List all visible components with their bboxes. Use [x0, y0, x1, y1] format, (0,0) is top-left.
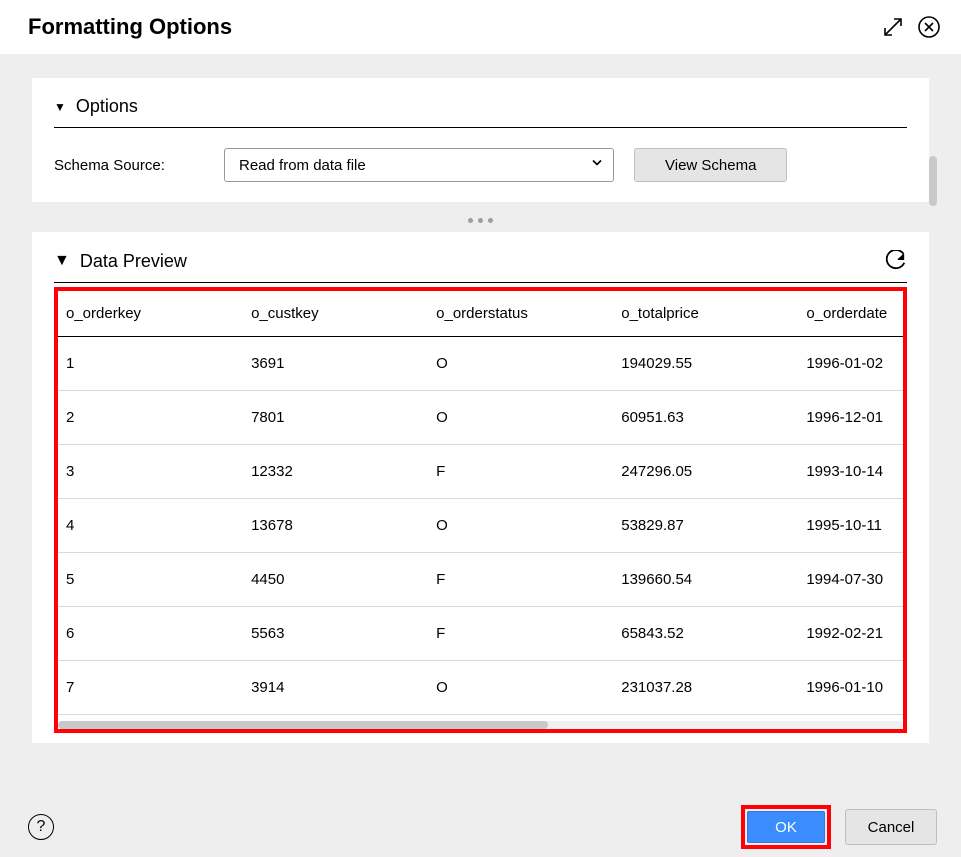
table-header-row: o_orderkey o_custkey o_orderstatus o_tot… [58, 291, 903, 337]
view-schema-button[interactable]: View Schema [634, 148, 787, 182]
table-row[interactable]: 312332F247296.051993-10-145-LO [58, 445, 903, 499]
column-header[interactable]: o_orderkey [58, 291, 243, 337]
table-cell: 5 [58, 553, 243, 607]
ok-highlight: OK [741, 805, 831, 849]
table-cell: 1993-10-14 [798, 445, 903, 499]
schema-source-select-wrap: Read from data file [224, 148, 614, 182]
table-cell: O [428, 499, 613, 553]
help-icon[interactable]: ? [28, 814, 54, 840]
panel-splitter[interactable] [0, 202, 961, 232]
options-header[interactable]: ▼ Options [54, 96, 907, 128]
table-row[interactable]: 27801O60951.631996-12-011-UR [58, 391, 903, 445]
table-cell: 194029.55 [613, 337, 798, 391]
scrollbar-thumb[interactable] [58, 721, 548, 729]
preview-title: Data Preview [80, 251, 187, 272]
table-cell: 12332 [243, 445, 428, 499]
dialog-footer: ? OK Cancel [0, 797, 961, 857]
options-panel: ▼ Options Schema Source: Read from data … [32, 78, 929, 202]
table-cell: 65843.52 [613, 607, 798, 661]
table-cell: 231037.28 [613, 661, 798, 715]
content-area: ▼ Options Schema Source: Read from data … [0, 78, 961, 743]
table-cell: 60951.63 [613, 391, 798, 445]
table-cell: F [428, 445, 613, 499]
data-preview-table: o_orderkey o_custkey o_orderstatus o_tot… [58, 291, 903, 715]
table-cell: 13678 [243, 499, 428, 553]
column-header[interactable]: o_custkey [243, 291, 428, 337]
table-cell: O [428, 661, 613, 715]
data-preview-panel: ▼ Data Preview o_orderk [32, 232, 929, 743]
table-cell: 1 [58, 337, 243, 391]
vertical-scrollbar[interactable] [929, 156, 937, 206]
table-cell: F [428, 553, 613, 607]
table-cell: 1996-12-01 [798, 391, 903, 445]
dialog-title: Formatting Options [28, 14, 232, 40]
table-cell: 247296.05 [613, 445, 798, 499]
ok-button[interactable]: OK [747, 811, 825, 843]
table-cell: 139660.54 [613, 553, 798, 607]
column-header[interactable]: o_orderdate [798, 291, 903, 337]
table-scroll[interactable]: o_orderkey o_custkey o_orderstatus o_tot… [58, 291, 903, 715]
table-cell: F [428, 607, 613, 661]
table-cell: 6 [58, 607, 243, 661]
close-icon[interactable] [917, 15, 941, 39]
splitter-dots-icon [468, 218, 493, 223]
title-controls [883, 15, 941, 39]
table-row[interactable]: 413678O53829.871995-10-115-LO [58, 499, 903, 553]
table-cell: 1995-10-11 [798, 499, 903, 553]
table-row[interactable]: 65563F65843.521992-02-214-NO [58, 607, 903, 661]
table-cell: 1994-07-30 [798, 553, 903, 607]
title-bar: Formatting Options [0, 0, 961, 54]
footer-buttons: OK Cancel [741, 805, 937, 849]
table-cell: 5563 [243, 607, 428, 661]
column-header[interactable]: o_orderstatus [428, 291, 613, 337]
table-row[interactable]: 13691O194029.551996-01-025-LO [58, 337, 903, 391]
cancel-button[interactable]: Cancel [845, 809, 937, 845]
table-cell: 1992-02-21 [798, 607, 903, 661]
table-cell: 53829.87 [613, 499, 798, 553]
expand-icon[interactable] [883, 17, 903, 37]
horizontal-scrollbar[interactable] [58, 721, 903, 729]
table-cell: 3 [58, 445, 243, 499]
preview-header-left[interactable]: ▼ Data Preview [54, 251, 187, 272]
schema-source-select[interactable]: Read from data file [224, 148, 614, 182]
table-row[interactable]: 54450F139660.541994-07-305-LO [58, 553, 903, 607]
preview-header: ▼ Data Preview [54, 250, 907, 283]
table-cell: O [428, 391, 613, 445]
table-body: 13691O194029.551996-01-025-LO27801O60951… [58, 337, 903, 715]
table-cell: 1996-01-02 [798, 337, 903, 391]
refresh-icon[interactable] [885, 250, 907, 272]
table-cell: 3691 [243, 337, 428, 391]
schema-source-label: Schema Source: [54, 157, 204, 174]
column-header[interactable]: o_totalprice [613, 291, 798, 337]
table-cell: 7 [58, 661, 243, 715]
table-cell: O [428, 337, 613, 391]
collapse-triangle-icon: ▼ [54, 100, 66, 114]
table-cell: 4 [58, 499, 243, 553]
table-cell: 1996-01-10 [798, 661, 903, 715]
preview-highlight: o_orderkey o_custkey o_orderstatus o_tot… [54, 287, 907, 733]
table-cell: 2 [58, 391, 243, 445]
schema-source-row: Schema Source: Read from data file View … [54, 148, 907, 182]
collapse-triangle-icon: ▼ [54, 252, 70, 270]
options-title: Options [76, 96, 138, 117]
table-cell: 7801 [243, 391, 428, 445]
table-cell: 3914 [243, 661, 428, 715]
table-cell: 4450 [243, 553, 428, 607]
formatting-options-dialog: Formatting Options ▼ Options [0, 0, 961, 857]
table-row[interactable]: 73914O231037.281996-01-102-HI [58, 661, 903, 715]
